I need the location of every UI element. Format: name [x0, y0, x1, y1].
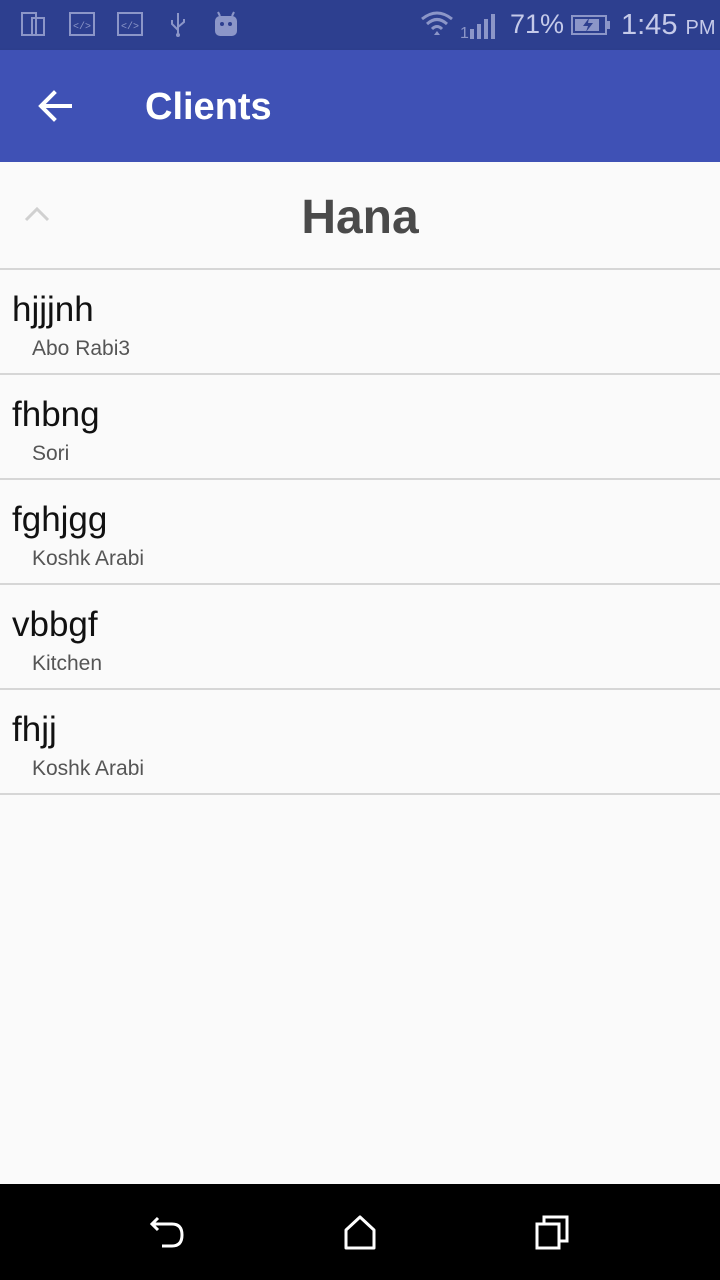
client-location: Abo Rabi3	[32, 337, 131, 360]
list-item[interactable]: fhjj Koshk Arabi	[0, 690, 720, 795]
navigation-bar	[0, 1184, 720, 1280]
code-icon: </>	[117, 12, 143, 36]
client-location: Koshk Arabi	[32, 757, 145, 780]
signal-icon: 1	[460, 14, 495, 41]
client-location: Sori	[32, 442, 70, 465]
client-name: fghjgg	[12, 500, 108, 539]
clock: 1:45 PM	[621, 9, 716, 41]
svg-text:</>: </>	[73, 21, 91, 33]
client-name: fhjj	[12, 710, 57, 749]
battery-percent: 71%	[510, 9, 565, 39]
client-name: hjjjnh	[12, 290, 94, 329]
svg-text:1: 1	[460, 25, 469, 41]
list-item[interactable]: vbbgf Kitchen	[0, 585, 720, 690]
group-title: Hana	[301, 191, 419, 244]
client-location: Koshk Arabi	[32, 547, 145, 570]
client-name: vbbgf	[12, 605, 98, 644]
usb-icon	[171, 13, 185, 37]
code-icon: </>	[69, 12, 95, 36]
svg-text:</>: </>	[121, 21, 139, 33]
android-icon	[215, 11, 237, 36]
recents-icon[interactable]	[532, 1212, 572, 1252]
battery-icon	[571, 15, 610, 35]
client-list: hjjjnh Abo Rabi3 fhbng Sori fghjgg Koshk…	[0, 270, 720, 795]
back-icon[interactable]	[148, 1212, 188, 1252]
phone-tablet-icon	[21, 12, 45, 36]
wifi-icon	[421, 11, 453, 35]
list-item[interactable]: fhbng Sori	[0, 375, 720, 480]
status-bar: </> </> 1 71% 1:45 PM	[0, 0, 720, 50]
app-bar: Clients	[0, 50, 720, 162]
list-item[interactable]: fghjgg Koshk Arabi	[0, 480, 720, 585]
arrow-back-icon[interactable]	[26, 76, 86, 136]
home-icon[interactable]	[340, 1212, 380, 1252]
list-item[interactable]: hjjjnh Abo Rabi3	[0, 270, 720, 375]
client-location: Kitchen	[32, 652, 103, 675]
page-title: Clients	[145, 86, 272, 128]
client-name: fhbng	[12, 395, 100, 434]
